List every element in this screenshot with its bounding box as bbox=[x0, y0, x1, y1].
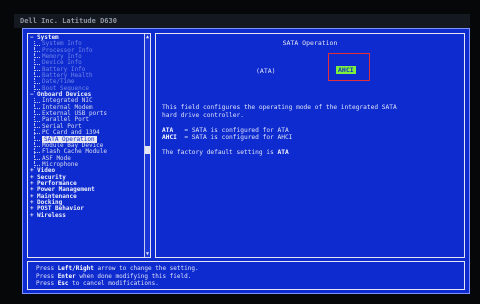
tree-branch bbox=[34, 63, 40, 65]
help-key: Enter bbox=[57, 272, 76, 280]
help-panel: Press Left/Right arrow to change the set… bbox=[27, 261, 465, 290]
ahci-term: AHCI bbox=[162, 134, 177, 141]
help-key: Left/Right bbox=[57, 265, 94, 272]
settings-tree: − System System Info Processor Info Memory I… bbox=[30, 34, 142, 219]
tree-branch bbox=[34, 76, 40, 78]
settings-tree-panel: − System System Info Processor Info Memory I… bbox=[27, 33, 151, 258]
help-line: Press Enter when done modifying this fie… bbox=[36, 272, 192, 280]
default-prefix: The factory default setting is bbox=[162, 149, 274, 156]
ahci-definition-text: = SATA is configured for AHCI bbox=[184, 134, 293, 141]
help-key: Esc bbox=[57, 280, 69, 287]
description-line: This field configures the operating mode… bbox=[162, 104, 397, 111]
setting-detail-panel: SATA Operation (ATA) AHCI This field con… bbox=[155, 33, 465, 258]
help-line: Press Esc to cancel modifications. bbox=[36, 280, 159, 287]
tree-branch bbox=[34, 126, 40, 128]
tree-branch bbox=[34, 158, 40, 160]
bios-setup-screen: − System System Info Processor Info Memory I… bbox=[22, 28, 470, 294]
tree-branch bbox=[34, 165, 40, 167]
tree-branch bbox=[34, 88, 40, 90]
setting-title: SATA Operation bbox=[282, 39, 338, 47]
scroll-down-icon[interactable]: ▼ bbox=[145, 251, 150, 257]
tree-scrollbar[interactable]: ▲ ▼ bbox=[144, 34, 150, 257]
help-text: Press Left/Right arrow to change the set… bbox=[36, 265, 199, 288]
tree-branch bbox=[34, 120, 40, 122]
window-title: Dell Inc. Latitude D630 bbox=[14, 14, 470, 28]
description-line: hard drive controller. bbox=[162, 111, 244, 119]
tree-branch bbox=[34, 57, 40, 59]
ata-definition-text: = SATA is configured for ATA bbox=[184, 126, 289, 134]
tree-branch bbox=[34, 107, 40, 109]
tree-item-label: Wireless bbox=[37, 211, 66, 219]
ata-term: ATA bbox=[162, 126, 174, 134]
ata-definition: ATA = SATA is configured for ATA bbox=[162, 127, 458, 135]
default-value: ATA bbox=[277, 149, 289, 156]
tree-branch bbox=[34, 133, 40, 135]
tree-item-wireless[interactable]: + Wireless bbox=[30, 211, 142, 219]
tree-branch bbox=[34, 152, 40, 154]
scroll-thumb[interactable] bbox=[145, 146, 150, 154]
tree-branch bbox=[34, 139, 40, 141]
option-ata[interactable]: (ATA) bbox=[256, 67, 276, 75]
option-ahci[interactable]: AHCI bbox=[336, 66, 356, 74]
factory-default-note: The factory default setting is ATA bbox=[162, 149, 458, 157]
scroll-up-icon[interactable]: ▲ bbox=[145, 34, 150, 40]
tree-branch bbox=[34, 50, 40, 52]
expand-icon[interactable]: + bbox=[30, 212, 37, 219]
tree-branch bbox=[34, 146, 40, 148]
tree-branch bbox=[34, 69, 40, 71]
setting-description: This field configures the operating mode… bbox=[162, 104, 458, 157]
help-line: Press Left/Right arrow to change the set… bbox=[36, 265, 199, 272]
tree-branch bbox=[34, 101, 40, 103]
tree-branch bbox=[34, 114, 40, 116]
tree-branch bbox=[34, 44, 40, 46]
tree-branch bbox=[34, 82, 40, 84]
ahci-definition: AHCI = SATA is configured for AHCI bbox=[162, 134, 458, 142]
